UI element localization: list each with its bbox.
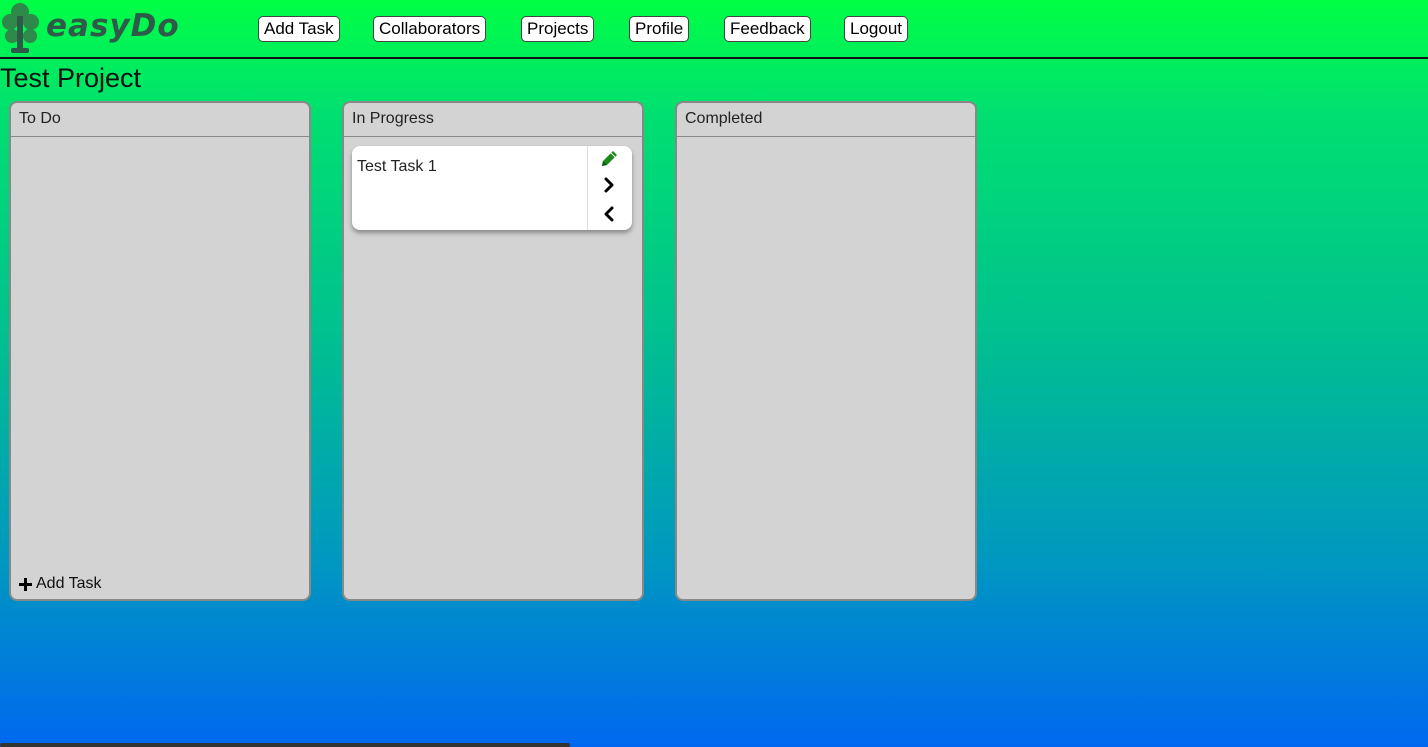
add-task-button[interactable]: Add Task bbox=[19, 575, 102, 593]
page-title: Test Project bbox=[0, 63, 142, 93]
column-todo: To Do Add Task bbox=[9, 101, 311, 601]
tree-icon bbox=[2, 3, 39, 53]
column-header: To Do bbox=[11, 103, 309, 137]
task-actions bbox=[587, 146, 632, 230]
nav-collaborators-button[interactable]: Collaborators bbox=[373, 16, 487, 42]
nav-add-task-button[interactable]: Add Task bbox=[258, 16, 340, 42]
plus-icon bbox=[19, 577, 32, 591]
column-header: In Progress bbox=[344, 103, 642, 137]
chevron-left-icon[interactable] bbox=[598, 203, 620, 225]
nav-feedback-button[interactable]: Feedback bbox=[724, 16, 811, 42]
task-title: Test Task 1 bbox=[357, 158, 437, 175]
chevron-right-icon[interactable] bbox=[598, 174, 620, 196]
top-navigation-bar: easyDo Add Task Collaborators Projects P… bbox=[0, 0, 1428, 59]
column-in-progress: In Progress Test Task 1 bbox=[342, 101, 644, 601]
column-header: Completed bbox=[677, 103, 975, 137]
nav-projects-button[interactable]: Projects bbox=[521, 16, 595, 42]
logo-text: easyDo bbox=[46, 8, 180, 44]
app-logo[interactable]: easyDo bbox=[0, 0, 185, 56]
nav-logout-button[interactable]: Logout bbox=[844, 16, 908, 42]
horizontal-scrollbar[interactable] bbox=[0, 743, 570, 747]
column-completed: Completed bbox=[675, 101, 977, 601]
pencil-icon[interactable] bbox=[598, 148, 620, 170]
add-task-label: Add Task bbox=[36, 575, 102, 592]
nav-profile-button[interactable]: Profile bbox=[629, 16, 690, 42]
task-card[interactable]: Test Task 1 bbox=[352, 146, 632, 230]
